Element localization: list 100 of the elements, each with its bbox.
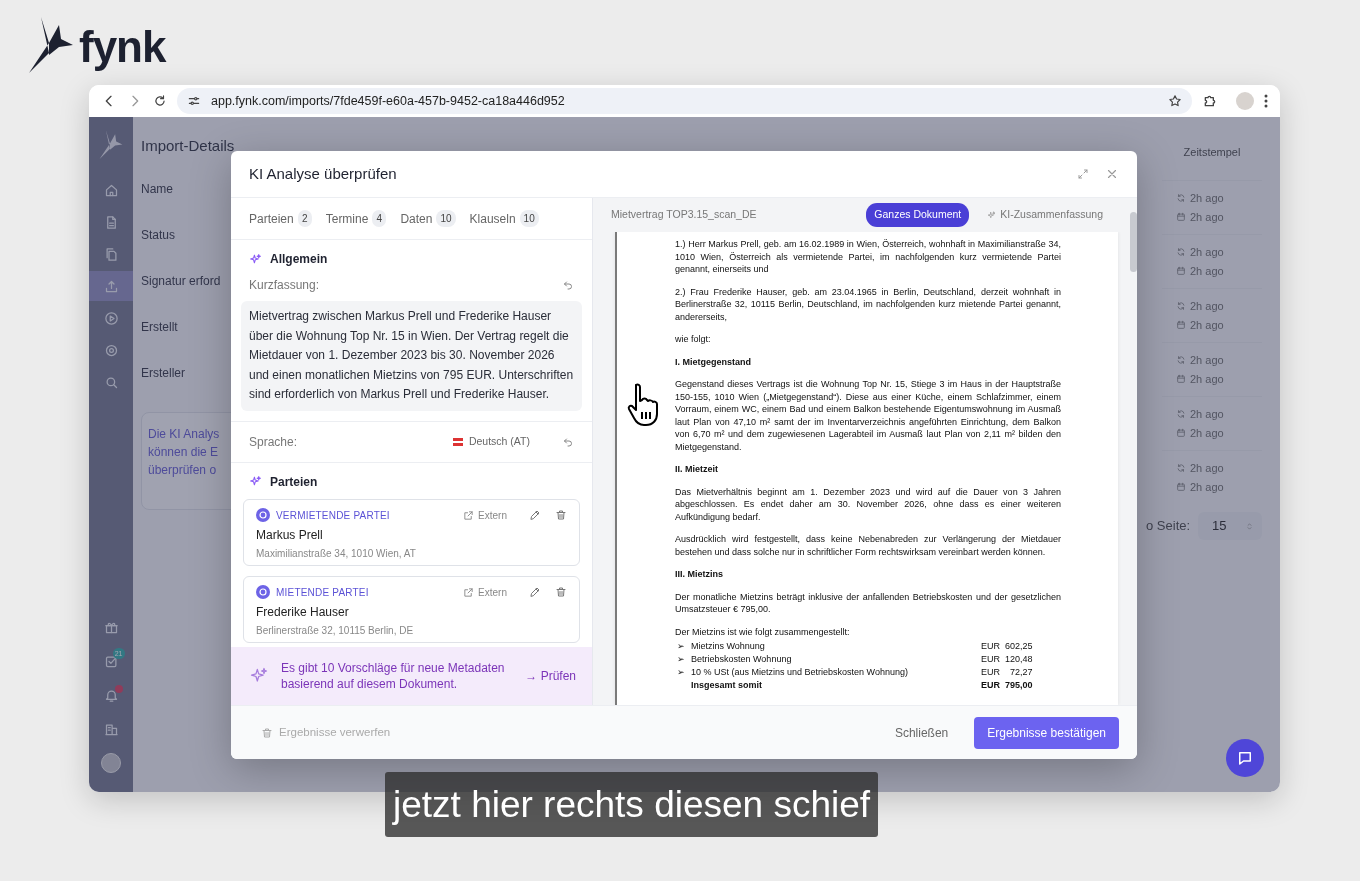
field-label: Kurzfassung:: [249, 277, 320, 294]
document-paragraph: Der Mietzins ist wie folgt zusammengestellt:: [675, 625, 851, 638]
app-logo-icon[interactable]: [98, 129, 124, 159]
delete-button[interactable]: [555, 509, 567, 521]
party-address: Berlinerstraße 32, 10115 Berlin, DE: [256, 623, 415, 638]
cost-item: Betriebskosten Wohnung: [691, 653, 792, 666]
sidebar-item[interactable]: [89, 271, 133, 301]
expand-button[interactable]: [1077, 168, 1089, 180]
tab[interactable]: Daten 10: [400, 209, 456, 228]
undo-button[interactable]: [562, 279, 574, 291]
video-subtitle: jetzt hier rechts diesen schief: [385, 772, 879, 837]
sync-icon: [1176, 246, 1186, 257]
total-amount: EUR 795,00: [981, 679, 1034, 692]
calendar-icon: [1176, 212, 1186, 223]
tab[interactable]: Klauseln 10: [469, 209, 539, 228]
view-toggle[interactable]: Ganzes Dokument: [866, 203, 970, 227]
sparkle-icon: [249, 475, 262, 488]
tab[interactable]: Parteien 2: [249, 209, 312, 228]
document-paragraph: 1.) Herr Markus Prell, geb. am 16.02.1989 in Wien, Österreich, wohnhaft in Maximilianstraße 34, 1010 Wien, Österreich als vermietende Partei, im nachfolgenden kurz vermietende Partei genannt, einerseits und: [675, 238, 1061, 276]
count-badge: 2: [297, 210, 312, 227]
info-text: überprüfen o: [148, 461, 217, 479]
extensions-button[interactable]: [1202, 93, 1218, 109]
menu-icon[interactable]: [1264, 94, 1268, 108]
cost-amount: EUR 72,27: [981, 666, 1034, 679]
calendar-icon: [1176, 320, 1186, 331]
document-heading: II. Mietzeit: [675, 463, 719, 476]
puzzle-icon: [1202, 93, 1218, 109]
external-link-icon: [463, 509, 475, 521]
section-title: Allgemein: [270, 251, 328, 268]
profile-avatar[interactable]: [1236, 92, 1254, 110]
undo-button[interactable]: [562, 435, 574, 448]
calendar-icon: [1176, 482, 1186, 493]
count-badge: 4: [372, 210, 387, 227]
suggestion-text: Es gibt 10 Vorschläge für neue Metadaten basierend auf diesem Dokument.: [281, 659, 506, 693]
created-time: 2h ago: [1176, 263, 1262, 280]
trash-icon: [555, 586, 567, 598]
chevron-updown-icon: [1245, 521, 1254, 531]
scrollbar-thumb[interactable]: [1130, 212, 1137, 272]
bullet-mark: ➢: [676, 640, 686, 653]
count-badge: 10: [519, 210, 539, 227]
document-paragraph: Das Mietverhältnis beginnt am 1. Dezember 2023 und wird auf die Dauer von 3 Jahren abgeschlossen. Es endet daher am 30. November 2026, ohne dass es einer weiteren Aufkündigung bedarf.: [675, 485, 1061, 523]
bullet-mark: ➢: [676, 666, 686, 679]
sparkle-icon: [987, 210, 997, 220]
dialog-title: KI Analyse überprüfen: [249, 163, 397, 184]
created-time: 2h ago: [1176, 317, 1262, 334]
edit-button[interactable]: [529, 509, 541, 521]
close-button[interactable]: Schließen: [886, 717, 957, 748]
external-link[interactable]: Extern: [463, 507, 507, 523]
per-page-label: o Seite:: [1146, 517, 1191, 536]
created-time: 2h ago: [1176, 425, 1262, 442]
address-bar[interactable]: app.fynk.com/imports/7fde459f-e60a-457b-9452-ca18a446d952: [177, 88, 1192, 114]
field-label: Signatur erford: [141, 272, 221, 290]
documents-icon: [103, 246, 119, 262]
party-address: Maximilianstraße 34, 1010 Wien, AT: [256, 546, 417, 561]
hand-cursor-icon: [627, 382, 661, 426]
field-label: Erstellt: [141, 318, 178, 336]
reload-button[interactable]: [153, 94, 167, 108]
flag-icon: [452, 437, 463, 446]
document-paragraph: Ausdrücklich wird festgestellt, dass keine Nebenabreden zur Verlängerung der Mietdauer bestehen und dass solche nur in schriftlicher Form rechtswirksam vereinbart werden können.: [675, 533, 1061, 558]
document-name: Mietvertrag TOP3.15_scan_DE: [611, 207, 757, 223]
confirm-button[interactable]: Ergebnisse bestätigen: [974, 716, 1119, 749]
tab[interactable]: Termine 4: [325, 209, 387, 228]
section-title: Parteien: [270, 473, 318, 491]
page-title: Import-Details: [141, 136, 236, 156]
undo-icon: [562, 435, 574, 448]
sync-time: 2h ago: [1176, 459, 1262, 476]
count-badge: 10: [436, 210, 456, 227]
info-text: können die E: [148, 443, 219, 461]
pencil-icon: [529, 509, 541, 521]
created-time: 2h ago: [1176, 371, 1262, 388]
calendar-icon: [1176, 374, 1186, 385]
party-icon: [256, 508, 270, 522]
created-time: 2h ago: [1176, 209, 1262, 226]
site-settings-icon: [187, 94, 201, 108]
close-button[interactable]: [1105, 167, 1119, 181]
bullet-mark: ➢: [676, 653, 686, 666]
document-heading: I. Mietgegenstand: [675, 355, 752, 368]
cost-amount: EUR 120,48: [981, 653, 1034, 666]
delete-button[interactable]: [555, 586, 567, 598]
chat-launcher-button[interactable]: [1226, 739, 1264, 777]
expand-icon: [1077, 168, 1089, 180]
settings-icon: [103, 342, 119, 358]
column-header: Zeitstempel: [1182, 145, 1242, 160]
url-text: app.fynk.com/imports/7fde459f-e60a-457b-9452-ca18a446d952: [211, 92, 565, 110]
calendar-icon: [1176, 428, 1186, 439]
trash-icon: [261, 726, 273, 739]
per-page-select[interactable]: 15: [1198, 512, 1262, 540]
user-avatar: [101, 753, 121, 773]
external-link[interactable]: Extern: [463, 584, 507, 600]
play-icon: [103, 310, 119, 326]
home-icon: [103, 182, 119, 198]
pencil-icon: [529, 586, 541, 598]
created-time: 2h ago: [1176, 479, 1262, 496]
party-name: Markus Prell: [256, 526, 324, 544]
edit-button[interactable]: [529, 586, 541, 598]
view-toggle[interactable]: KI-Zusammenfassung: [979, 203, 1111, 227]
sync-icon: [1176, 408, 1186, 419]
review-link[interactable]: → Prüfen: [525, 667, 576, 685]
bookmark-star-icon: [1168, 94, 1182, 108]
cost-item: 10 % USt (aus Mietzins und Betriebskosten Wohnung): [691, 666, 908, 679]
